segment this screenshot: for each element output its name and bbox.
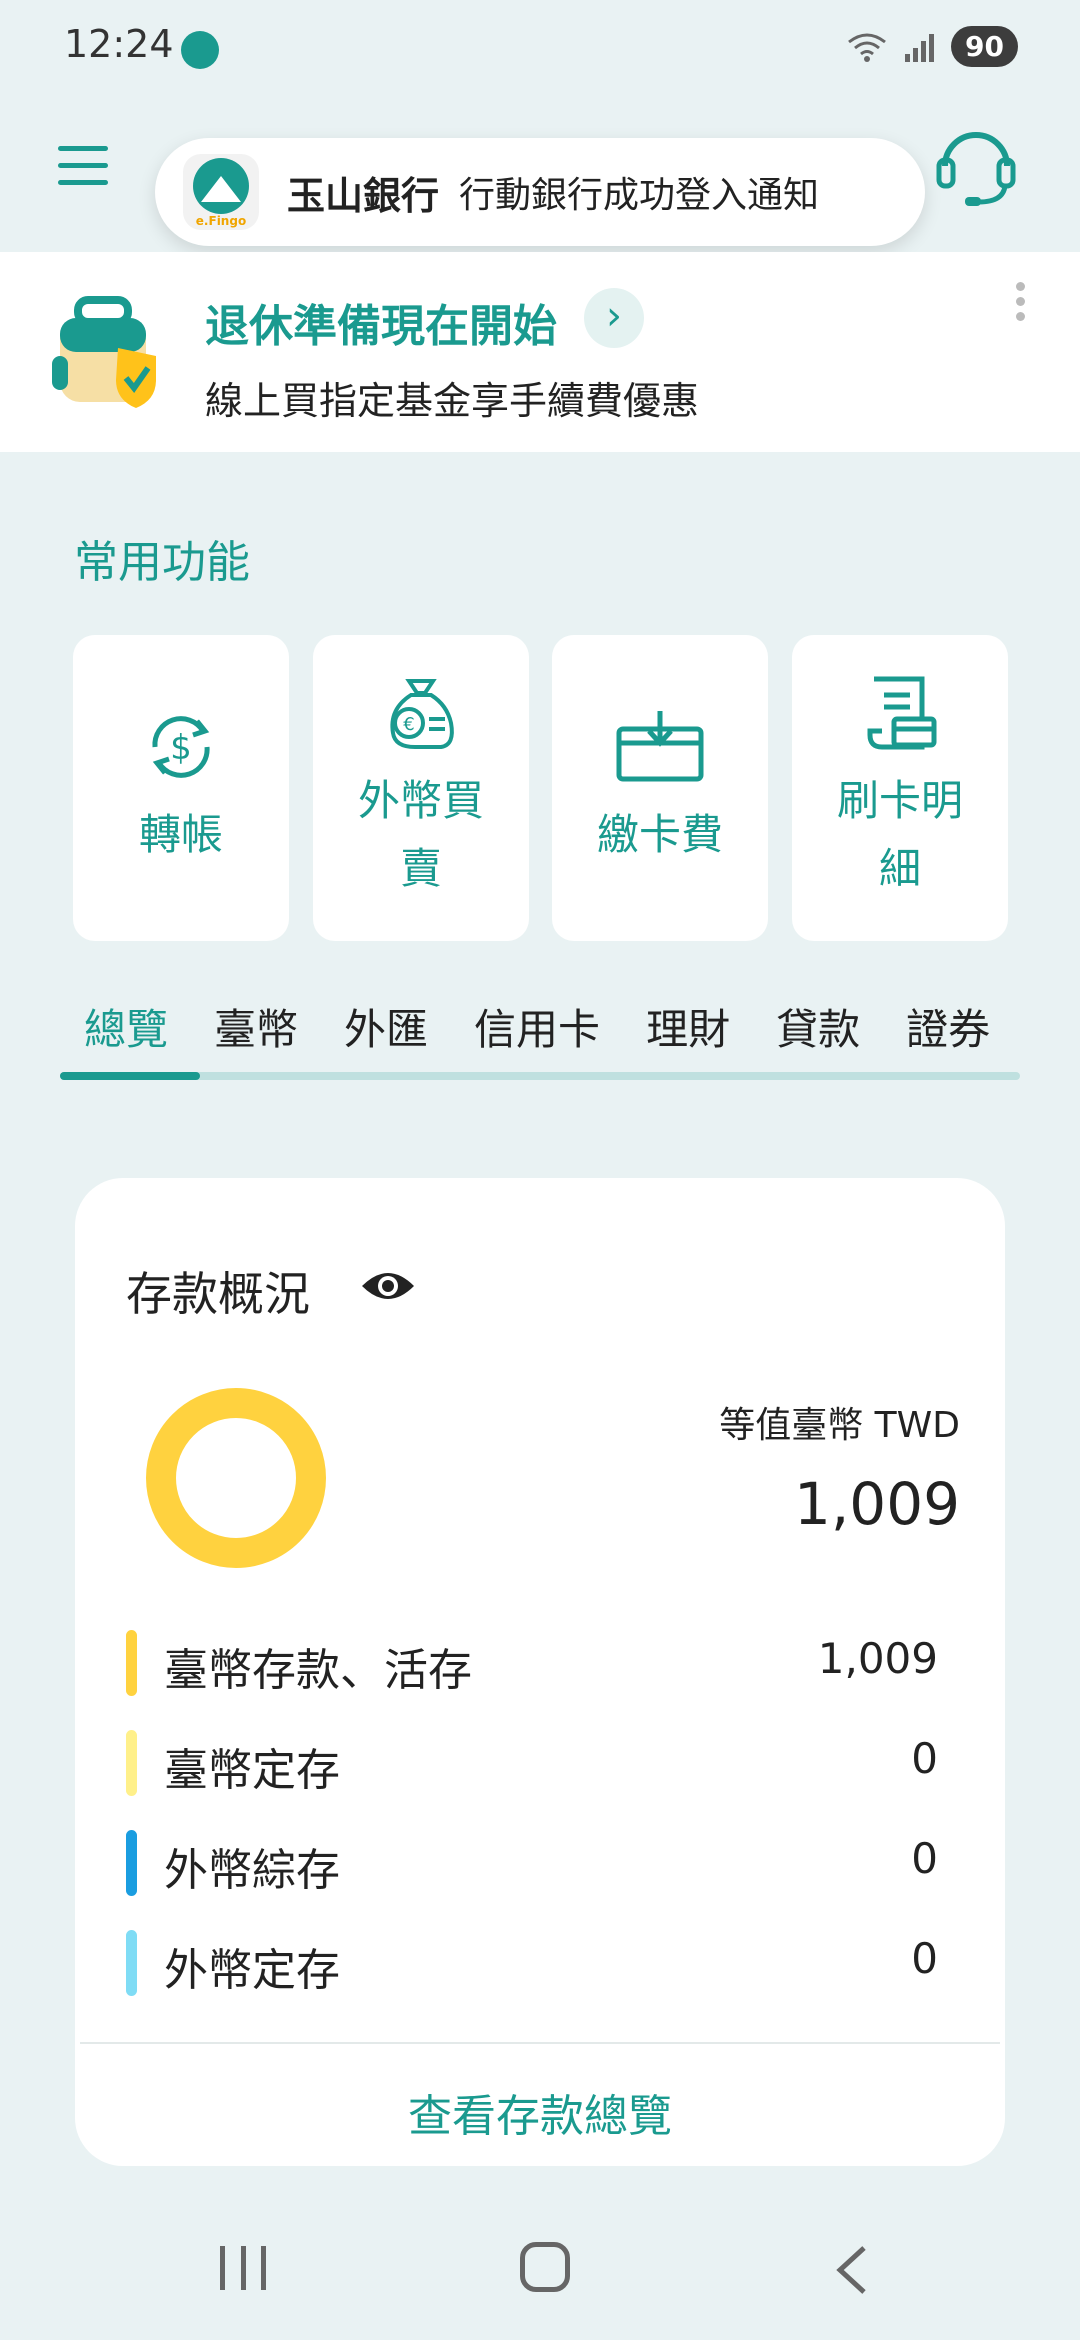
chevron-right-icon[interactable]: ›: [584, 288, 644, 348]
status-time: 12:24: [64, 22, 174, 66]
banner-subtitle: 線上買指定基金享手續費優惠: [205, 379, 700, 423]
deposit-row-foreign-time[interactable]: 外幣定存 0: [126, 1928, 938, 2006]
tab-loan[interactable]: 貸款: [776, 996, 860, 1057]
notification-message: 行動銀行成功登入通知: [459, 175, 820, 216]
forex-button[interactable]: € 外幣買賣: [313, 635, 529, 941]
tab-track: [60, 1072, 1020, 1080]
legend-color-bar: [126, 1830, 137, 1896]
menu-icon[interactable]: [58, 146, 108, 186]
twd-equivalent-label: 等值臺幣 TWD: [719, 1405, 960, 1446]
svg-text:$: $: [170, 728, 192, 768]
tab-securities[interactable]: 證券: [906, 996, 990, 1057]
banner-title[interactable]: 退休準備現在開始: [205, 290, 557, 354]
legend-color-bar: [126, 1630, 137, 1696]
battery-level: 90: [951, 26, 1018, 67]
deposit-row-twd-demand[interactable]: 臺幣存款、活存 1,009: [126, 1628, 938, 1706]
wifi-icon: [848, 33, 886, 62]
tab-overview[interactable]: 總覽: [84, 996, 168, 1057]
more-options-icon[interactable]: [1012, 282, 1028, 324]
deposit-row-twd-time[interactable]: 臺幣定存 0: [126, 1728, 938, 1806]
deposit-title: 存款概況: [126, 1267, 310, 1321]
deposit-donut-chart: [146, 1388, 326, 1568]
legend-color-bar: [126, 1930, 137, 1996]
twd-total-value: 1,009: [793, 1470, 960, 1538]
back-icon[interactable]: [832, 2244, 872, 2296]
deposit-row-value: 0: [911, 1734, 938, 1783]
eye-icon[interactable]: [360, 1266, 416, 1306]
tab-credit-card[interactable]: 信用卡: [474, 996, 600, 1057]
transfer-button[interactable]: $ 轉帳: [73, 635, 289, 941]
status-icons: 90: [845, 26, 1018, 67]
notification-bank-name: 玉山銀行: [287, 173, 440, 218]
bank-logo-text: e.Fingo: [195, 214, 247, 228]
common-functions-title: 常用功能: [74, 537, 250, 588]
home-icon[interactable]: [520, 2242, 570, 2292]
tab-active-indicator: [60, 1072, 200, 1080]
transfer-label: 轉帳: [138, 810, 223, 859]
card-statement-label: 刷卡明細: [836, 776, 963, 893]
divider: [80, 2042, 1000, 2044]
pay-card-label: 繳卡費: [596, 810, 723, 859]
svg-text:€: €: [403, 714, 414, 735]
deposit-row-value: 1,009: [817, 1634, 938, 1683]
view-deposit-overview-link[interactable]: 查看存款總覽: [75, 2080, 1005, 2144]
deposit-row-name: 外幣綜存: [164, 1845, 340, 1896]
card-statement-button[interactable]: 刷卡明細: [792, 635, 1008, 941]
recent-apps-icon[interactable]: [220, 2246, 266, 2290]
transfer-icon: $: [152, 716, 210, 778]
deposit-row-name: 臺幣存款、活存: [164, 1645, 472, 1696]
bank-logo-icon: e.Fingo: [183, 154, 259, 230]
deposit-row-value: 0: [911, 1834, 938, 1883]
backpack-shield-icon: [52, 296, 156, 408]
status-app-icon: [181, 31, 219, 69]
deposit-row-value: 0: [911, 1934, 938, 1983]
customer-service-icon[interactable]: [935, 122, 1017, 208]
pay-card-icon: [616, 711, 704, 782]
pay-card-button[interactable]: 繳卡費: [552, 635, 768, 941]
forex-icon: €: [390, 679, 454, 749]
forex-label: 外幣買賣: [357, 776, 484, 893]
tab-wealth[interactable]: 理財: [646, 996, 730, 1057]
deposit-row-name: 臺幣定存: [164, 1745, 340, 1796]
tab-twd[interactable]: 臺幣: [214, 996, 298, 1057]
login-notification[interactable]: e.Fingo 玉山銀行 行動銀行成功登入通知: [155, 138, 925, 246]
signal-icon: [905, 33, 935, 62]
legend-color-bar: [126, 1730, 137, 1796]
card-statement-icon: [867, 676, 937, 750]
tab-forex[interactable]: 外匯: [344, 996, 428, 1057]
deposit-row-name: 外幣定存: [164, 1945, 340, 1996]
deposit-row-foreign-demand[interactable]: 外幣綜存 0: [126, 1828, 938, 1906]
